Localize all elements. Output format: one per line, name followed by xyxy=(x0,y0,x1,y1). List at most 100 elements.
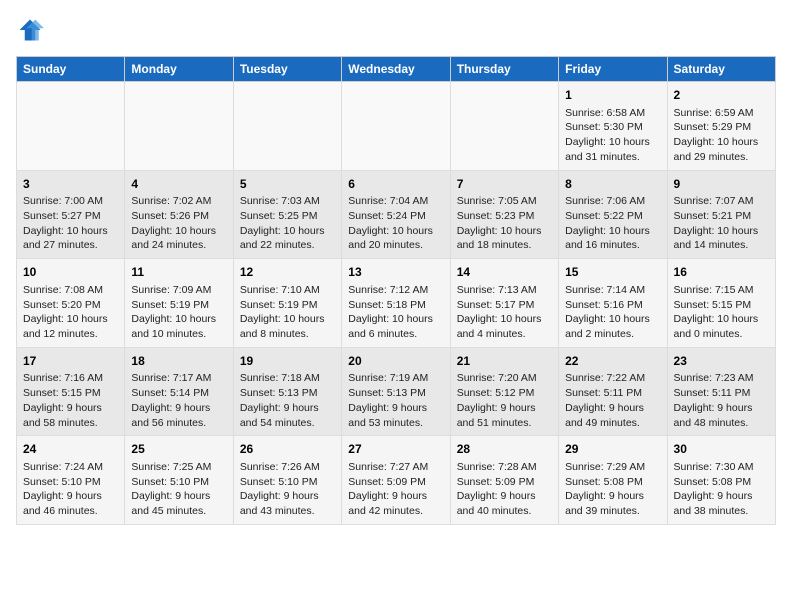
day-info: Sunrise: 7:02 AMSunset: 5:26 PMDaylight:… xyxy=(131,194,226,253)
calendar-week-row: 3Sunrise: 7:00 AMSunset: 5:27 PMDaylight… xyxy=(17,170,776,259)
day-number: 25 xyxy=(131,441,226,458)
day-info: Sunrise: 7:03 AMSunset: 5:25 PMDaylight:… xyxy=(240,194,335,253)
calendar-cell xyxy=(342,82,450,171)
day-info: Sunrise: 7:09 AMSunset: 5:19 PMDaylight:… xyxy=(131,283,226,342)
calendar-cell: 12 Sunrise: 7:10 AMSunset: 5:19 PMDayligh… xyxy=(233,259,341,348)
day-info: Sunrise: 7:13 AMSunset: 5:17 PMDaylight:… xyxy=(457,283,552,342)
day-info: Sunrise: 7:22 AMSunset: 5:11 PMDaylight:… xyxy=(565,371,660,430)
calendar-table: SundayMondayTuesdayWednesdayThursdayFrid… xyxy=(16,56,776,525)
calendar-cell: 14 Sunrise: 7:13 AMSunset: 5:17 PMDayligh… xyxy=(450,259,558,348)
logo xyxy=(16,16,48,44)
day-number: 20 xyxy=(348,353,443,370)
calendar-week-row: 10 Sunrise: 7:08 AMSunset: 5:20 PMDayligh… xyxy=(17,259,776,348)
day-number: 11 xyxy=(131,264,226,281)
day-number: 6 xyxy=(348,176,443,193)
calendar-cell: 6Sunrise: 7:04 AMSunset: 5:24 PMDaylight… xyxy=(342,170,450,259)
calendar-cell: 30 Sunrise: 7:30 AMSunset: 5:08 PMDayligh… xyxy=(667,436,775,525)
calendar-cell xyxy=(233,82,341,171)
day-number: 9 xyxy=(674,176,769,193)
calendar-week-row: 1 Sunrise: 6:58 AMSunset: 5:30 PMDaylight… xyxy=(17,82,776,171)
day-number: 15 xyxy=(565,264,660,281)
day-number: 27 xyxy=(348,441,443,458)
day-info: Sunrise: 7:07 AMSunset: 5:21 PMDaylight:… xyxy=(674,194,769,253)
day-info: Sunrise: 7:24 AMSunset: 5:10 PMDaylight:… xyxy=(23,460,118,519)
calendar-cell: 10 Sunrise: 7:08 AMSunset: 5:20 PMDayligh… xyxy=(17,259,125,348)
day-info: Sunrise: 7:06 AMSunset: 5:22 PMDaylight:… xyxy=(565,194,660,253)
weekday-header-sunday: Sunday xyxy=(17,57,125,82)
day-number: 8 xyxy=(565,176,660,193)
calendar-cell: 2 Sunrise: 6:59 AMSunset: 5:29 PMDaylight… xyxy=(667,82,775,171)
day-number: 16 xyxy=(674,264,769,281)
calendar-cell: 1 Sunrise: 6:58 AMSunset: 5:30 PMDaylight… xyxy=(559,82,667,171)
day-info: Sunrise: 7:19 AMSunset: 5:13 PMDaylight:… xyxy=(348,371,443,430)
weekday-header-thursday: Thursday xyxy=(450,57,558,82)
calendar-cell: 26Sunrise: 7:26 AMSunset: 5:10 PMDayligh… xyxy=(233,436,341,525)
calendar-week-row: 24 Sunrise: 7:24 AMSunset: 5:10 PMDayligh… xyxy=(17,436,776,525)
day-number: 19 xyxy=(240,353,335,370)
calendar-cell xyxy=(17,82,125,171)
day-info: Sunrise: 7:10 AMSunset: 5:19 PMDaylight:… xyxy=(240,283,335,342)
page-header xyxy=(16,16,776,44)
calendar-cell: 23Sunrise: 7:23 AMSunset: 5:11 PMDayligh… xyxy=(667,347,775,436)
weekday-header-wednesday: Wednesday xyxy=(342,57,450,82)
day-number: 21 xyxy=(457,353,552,370)
calendar-cell: 4Sunrise: 7:02 AMSunset: 5:26 PMDaylight… xyxy=(125,170,233,259)
day-info: Sunrise: 7:23 AMSunset: 5:11 PMDaylight:… xyxy=(674,371,769,430)
day-info: Sunrise: 6:59 AMSunset: 5:29 PMDaylight:… xyxy=(674,106,769,165)
weekday-header-saturday: Saturday xyxy=(667,57,775,82)
day-info: Sunrise: 7:12 AMSunset: 5:18 PMDaylight:… xyxy=(348,283,443,342)
calendar-cell: 19Sunrise: 7:18 AMSunset: 5:13 PMDayligh… xyxy=(233,347,341,436)
day-info: Sunrise: 7:08 AMSunset: 5:20 PMDaylight:… xyxy=(23,283,118,342)
day-number: 2 xyxy=(674,87,769,104)
logo-icon xyxy=(16,16,44,44)
calendar-cell: 29 Sunrise: 7:29 AMSunset: 5:08 PMDayligh… xyxy=(559,436,667,525)
calendar-cell: 11 Sunrise: 7:09 AMSunset: 5:19 PMDayligh… xyxy=(125,259,233,348)
calendar-cell: 8Sunrise: 7:06 AMSunset: 5:22 PMDaylight… xyxy=(559,170,667,259)
calendar-cell: 9Sunrise: 7:07 AMSunset: 5:21 PMDaylight… xyxy=(667,170,775,259)
day-number: 7 xyxy=(457,176,552,193)
day-info: Sunrise: 7:29 AMSunset: 5:08 PMDaylight:… xyxy=(565,460,660,519)
day-number: 30 xyxy=(674,441,769,458)
weekday-header-monday: Monday xyxy=(125,57,233,82)
day-info: Sunrise: 7:30 AMSunset: 5:08 PMDaylight:… xyxy=(674,460,769,519)
calendar-cell xyxy=(125,82,233,171)
day-number: 5 xyxy=(240,176,335,193)
day-number: 13 xyxy=(348,264,443,281)
day-number: 24 xyxy=(23,441,118,458)
day-info: Sunrise: 7:04 AMSunset: 5:24 PMDaylight:… xyxy=(348,194,443,253)
calendar-cell: 16 Sunrise: 7:15 AMSunset: 5:15 PMDayligh… xyxy=(667,259,775,348)
calendar-cell: 21Sunrise: 7:20 AMSunset: 5:12 PMDayligh… xyxy=(450,347,558,436)
day-number: 14 xyxy=(457,264,552,281)
day-info: Sunrise: 6:58 AMSunset: 5:30 PMDaylight:… xyxy=(565,106,660,165)
day-info: Sunrise: 7:15 AMSunset: 5:15 PMDaylight:… xyxy=(674,283,769,342)
day-number: 17 xyxy=(23,353,118,370)
calendar-week-row: 17Sunrise: 7:16 AMSunset: 5:15 PMDayligh… xyxy=(17,347,776,436)
day-number: 1 xyxy=(565,87,660,104)
calendar-cell: 24 Sunrise: 7:24 AMSunset: 5:10 PMDayligh… xyxy=(17,436,125,525)
day-number: 4 xyxy=(131,176,226,193)
day-info: Sunrise: 7:18 AMSunset: 5:13 PMDaylight:… xyxy=(240,371,335,430)
calendar-cell: 27 Sunrise: 7:27 AMSunset: 5:09 PMDayligh… xyxy=(342,436,450,525)
calendar-cell xyxy=(450,82,558,171)
day-number: 29 xyxy=(565,441,660,458)
day-number: 12 xyxy=(240,264,335,281)
day-info: Sunrise: 7:05 AMSunset: 5:23 PMDaylight:… xyxy=(457,194,552,253)
weekday-header-friday: Friday xyxy=(559,57,667,82)
calendar-cell: 20Sunrise: 7:19 AMSunset: 5:13 PMDayligh… xyxy=(342,347,450,436)
day-number: 23 xyxy=(674,353,769,370)
day-info: Sunrise: 7:27 AMSunset: 5:09 PMDaylight:… xyxy=(348,460,443,519)
day-info: Sunrise: 7:16 AMSunset: 5:15 PMDaylight:… xyxy=(23,371,118,430)
day-number: 10 xyxy=(23,264,118,281)
calendar-cell: 22Sunrise: 7:22 AMSunset: 5:11 PMDayligh… xyxy=(559,347,667,436)
day-info: Sunrise: 7:00 AMSunset: 5:27 PMDaylight:… xyxy=(23,194,118,253)
day-info: Sunrise: 7:17 AMSunset: 5:14 PMDaylight:… xyxy=(131,371,226,430)
day-number: 28 xyxy=(457,441,552,458)
day-number: 26 xyxy=(240,441,335,458)
weekday-header-row: SundayMondayTuesdayWednesdayThursdayFrid… xyxy=(17,57,776,82)
calendar-cell: 5Sunrise: 7:03 AMSunset: 5:25 PMDaylight… xyxy=(233,170,341,259)
day-info: Sunrise: 7:25 AMSunset: 5:10 PMDaylight:… xyxy=(131,460,226,519)
day-info: Sunrise: 7:28 AMSunset: 5:09 PMDaylight:… xyxy=(457,460,552,519)
calendar-cell: 18Sunrise: 7:17 AMSunset: 5:14 PMDayligh… xyxy=(125,347,233,436)
calendar-cell: 3Sunrise: 7:00 AMSunset: 5:27 PMDaylight… xyxy=(17,170,125,259)
calendar-cell: 13 Sunrise: 7:12 AMSunset: 5:18 PMDayligh… xyxy=(342,259,450,348)
